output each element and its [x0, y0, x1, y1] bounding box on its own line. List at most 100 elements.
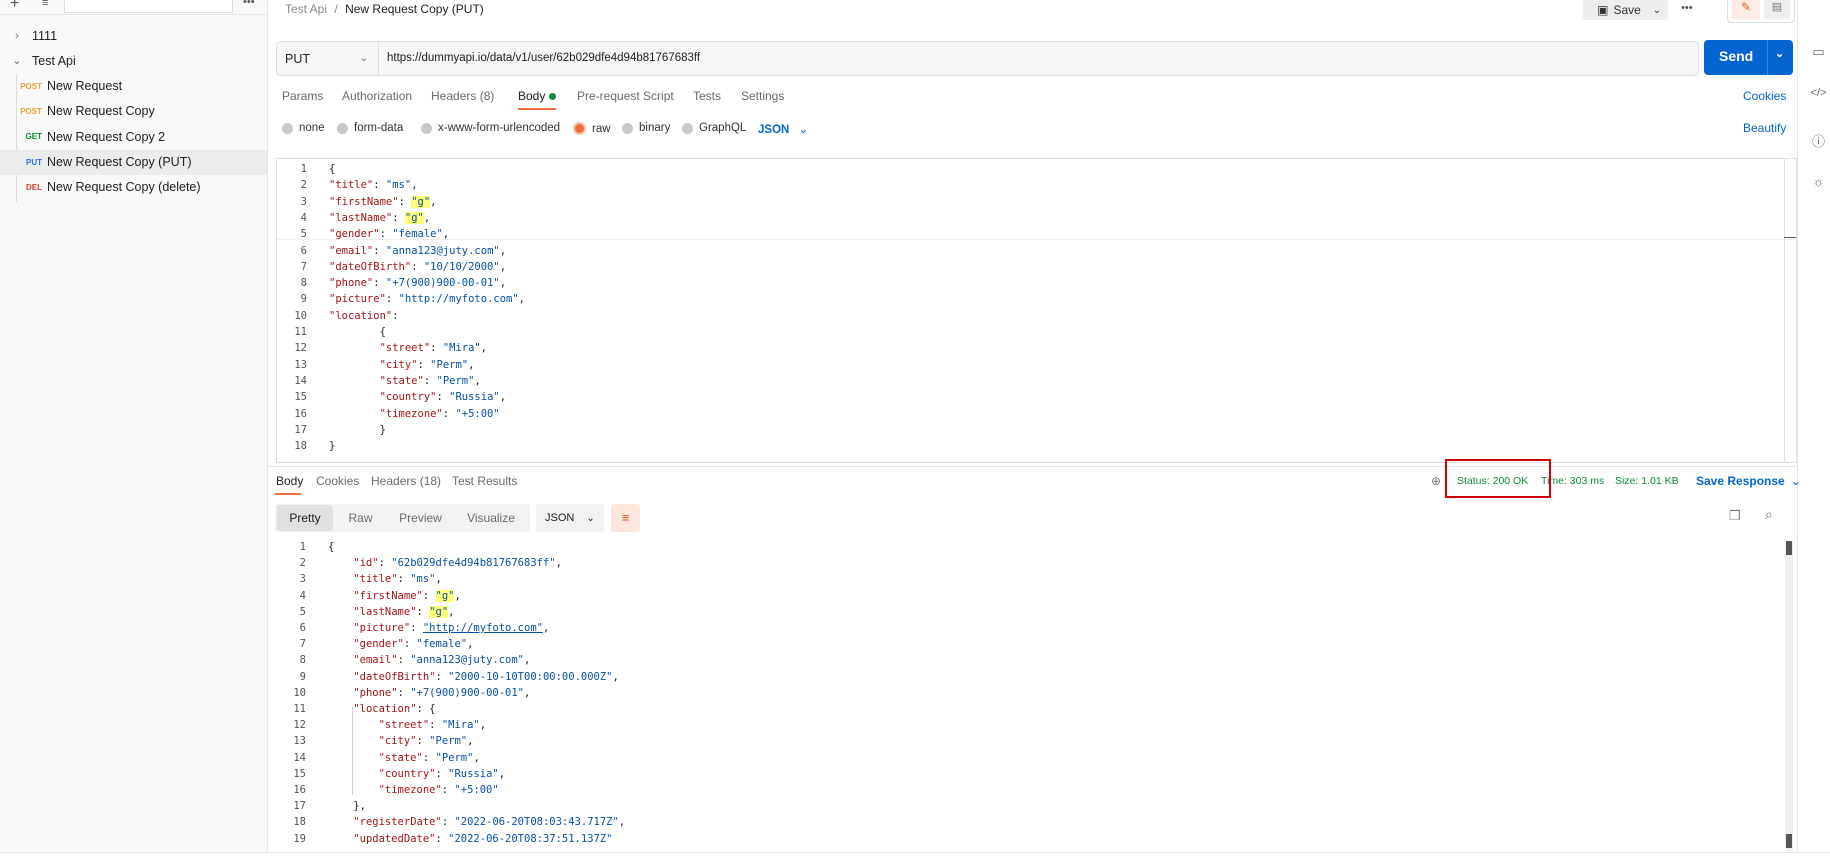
sidebar-folder[interactable]: › 1111: [0, 23, 267, 48]
edit-icon[interactable]: ✎: [1732, 0, 1760, 19]
chevron-down-icon[interactable]: ⌄: [10, 54, 24, 67]
sidebar-request[interactable]: DEL New Request Copy (delete): [0, 175, 267, 200]
radio-icon: [682, 122, 693, 134]
comment-icon[interactable]: ▤: [1764, 0, 1790, 19]
pane-divider[interactable]: [268, 466, 1797, 467]
code-line: {: [328, 541, 335, 553]
save-dropdown-icon[interactable]: ⌄: [1646, 0, 1668, 20]
code-line: "id": "62b029dfe4d94b81767683ff",: [353, 557, 562, 570]
sidebar-folder[interactable]: ⌄ Test Api: [0, 48, 267, 73]
line-number: 2: [299, 557, 306, 570]
save-response-button[interactable]: Save Response ⌄: [1696, 474, 1801, 488]
line-number: 13: [293, 735, 306, 748]
sidebar-request[interactable]: POST New Request: [0, 74, 267, 99]
response-format-label: JSON: [545, 512, 575, 524]
response-body-viewer[interactable]: 1 {2 "id": "62b029dfe4d94b81767683ff", 3 "…: [276, 541, 1795, 851]
code-line: "dateOfBirth": "2000-10-10T00:00:00.000Z…: [353, 670, 619, 683]
response-format-select[interactable]: JSON ⌄: [536, 504, 604, 532]
method-badge: PUT: [26, 157, 42, 167]
header-more-icon[interactable]: •••: [1681, 2, 1693, 14]
body-mode-5[interactable]: GraphQL: [682, 122, 746, 134]
sidebar-item-label: New Request Copy 2: [47, 129, 166, 144]
body-mode-1[interactable]: form-data: [337, 122, 403, 134]
view-visualize[interactable]: Visualize: [451, 505, 531, 531]
body-mode-2[interactable]: x-www-form-urlencoded: [421, 122, 560, 134]
code-line: "location": {: [353, 703, 436, 715]
tab-response-3[interactable]: Test Results: [452, 474, 517, 488]
body-mode-0[interactable]: none: [282, 122, 325, 134]
filter-icon[interactable]: ≡: [42, 0, 48, 9]
more-icon[interactable]: •••: [243, 0, 255, 8]
body-mode-label: form-data: [354, 122, 404, 134]
search-icon[interactable]: ⌕: [1765, 506, 1773, 523]
add-icon[interactable]: +: [10, 0, 19, 13]
line-number: 14: [294, 374, 307, 387]
view-pretty[interactable]: Pretty: [277, 505, 333, 531]
code-line: "title": "ms",: [353, 573, 442, 586]
copy-icon[interactable]: ❐: [1729, 508, 1741, 524]
send-divider: [1767, 40, 1768, 75]
tab-request-2[interactable]: Headers (8): [431, 89, 494, 103]
tab-request-4[interactable]: Pre-request Script: [577, 89, 674, 103]
line-number: 8: [299, 654, 306, 667]
sidebar-request[interactable]: POST New Request Copy: [0, 99, 267, 124]
response-size: Size: 1.01 KB: [1615, 475, 1679, 487]
scroll-thumb-bottom[interactable]: [1786, 834, 1792, 848]
scroll-thumb-top[interactable]: [1786, 541, 1792, 555]
sidebar-search-input[interactable]: [64, 0, 233, 13]
tab-request-6[interactable]: Settings: [741, 89, 784, 103]
code-line: "email": "anna123@juty.com",: [329, 244, 507, 257]
globe-icon[interactable]: ⊕: [1431, 474, 1441, 488]
chevron-right-icon[interactable]: ›: [10, 30, 24, 42]
method-select[interactable]: PUT ⌄: [277, 42, 379, 75]
body-mode-label: none: [299, 122, 325, 134]
line-number: 9: [299, 670, 306, 683]
url-input[interactable]: [387, 42, 1677, 75]
tab-response-0[interactable]: Body: [276, 474, 303, 488]
tab-request-1[interactable]: Authorization: [342, 89, 412, 103]
tab-label: Body: [518, 89, 546, 103]
beautify-link[interactable]: Beautify: [1743, 121, 1786, 135]
response-scrollbar[interactable]: [1785, 541, 1793, 851]
sidebar-request[interactable]: PUT New Request Copy (PUT): [0, 149, 267, 175]
sidebar-request[interactable]: GET New Request Copy 2: [0, 124, 267, 149]
code-line: "street": "Mira",: [379, 342, 488, 355]
lightbulb-icon[interactable]: ☼: [1807, 174, 1830, 189]
view-raw[interactable]: Raw: [333, 505, 388, 531]
editor-scrollbar[interactable]: [1784, 159, 1785, 462]
code-line: "firstName": "g",: [329, 195, 437, 208]
body-mode-4[interactable]: binary: [622, 122, 670, 134]
line-number: 4: [300, 211, 307, 224]
wrap-lines-icon[interactable]: ≡: [611, 504, 640, 532]
tab-label: Settings: [741, 89, 785, 103]
tab-request-5[interactable]: Tests: [693, 89, 721, 103]
cookies-link[interactable]: Cookies: [1743, 89, 1786, 103]
tab-response-1[interactable]: Cookies: [316, 474, 359, 488]
method-badge: POST: [20, 106, 42, 116]
line-number: 11: [294, 326, 307, 338]
code-line: "gender": "female",: [353, 638, 474, 651]
view-preview[interactable]: Preview: [390, 505, 451, 531]
body-mode-label: binary: [639, 122, 671, 134]
send-dropdown-icon[interactable]: ⌄: [1775, 47, 1784, 60]
code-icon[interactable]: </>: [1807, 87, 1830, 99]
request-body-editor[interactable]: 1 {2 "title": "ms", 3 "firstName": "g", 4 "las…: [276, 158, 1797, 463]
body-format-select[interactable]: JSON ⌄: [758, 122, 808, 136]
sidebar-item-label: Test Api: [32, 53, 76, 68]
chevron-down-icon: ⌄: [586, 512, 595, 524]
tab-response-2[interactable]: Headers (18): [371, 474, 441, 488]
breadcrumb-collection[interactable]: Test Api: [285, 2, 327, 16]
tab-request-3[interactable]: Body: [518, 89, 557, 103]
save-button[interactable]: ▣ Save: [1583, 0, 1655, 20]
code-line: {: [329, 163, 336, 175]
save-response-label: Save Response: [1696, 474, 1785, 488]
line-number: 7: [300, 260, 307, 273]
info-icon[interactable]: ⓘ: [1807, 131, 1830, 150]
body-mode-3[interactable]: raw: [573, 122, 611, 135]
send-button[interactable]: Send ⌄: [1704, 40, 1793, 75]
tab-request-0[interactable]: Params: [282, 89, 323, 103]
code-line: },: [328, 800, 366, 813]
response-tab-indicator: [275, 493, 301, 495]
tab-label: Headers (8): [431, 89, 495, 103]
documentation-icon[interactable]: ▭: [1807, 44, 1830, 60]
